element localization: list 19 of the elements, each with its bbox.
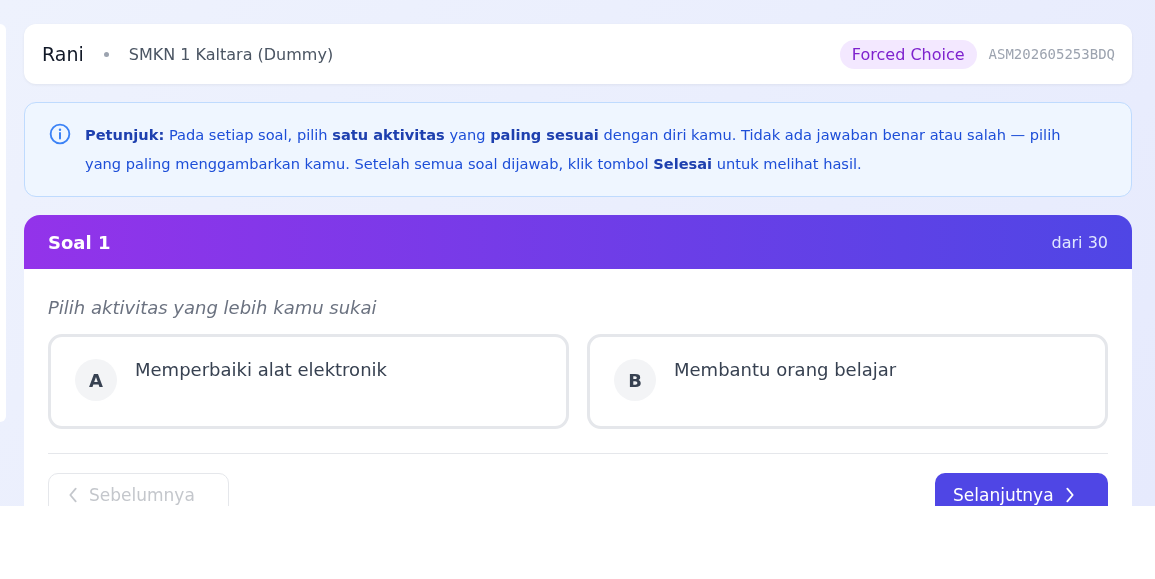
answer-option[interactable]: B Membantu orang belajar bbox=[587, 334, 1108, 429]
chevron-left-icon bbox=[67, 486, 79, 504]
next-button[interactable]: Selanjutnya bbox=[935, 473, 1108, 506]
option-text: Membantu orang belajar bbox=[674, 359, 897, 380]
answer-option[interactable]: A Memperbaiki alat elektronik bbox=[48, 334, 569, 429]
option-letter: A bbox=[75, 359, 117, 401]
separator-dot bbox=[103, 51, 109, 57]
assessment-code: ASM202605253BDQ bbox=[988, 46, 1115, 62]
option-letter: B bbox=[614, 359, 656, 401]
question-number: Soal 1 bbox=[48, 231, 111, 253]
instruction-text: Petunjuk: Pada setiap soal, pilih satu aktivitas yang paling sesuai dengan diri kamu. Tidak ada jawaban benar atau salah — pilih yang paling menggambarkan kamu. Setelah semua soal dijawab, klik tombol Selesai untuk melihat hasil. bbox=[85, 125, 1062, 174]
chevron-right-icon bbox=[1063, 486, 1076, 504]
test-type-badge: Forced Choice bbox=[839, 39, 977, 69]
question-prompt: Pilih aktivitas yang lebih kamu sukai bbox=[48, 297, 378, 318]
school-name: SMKN 1 Kaltara (Dummy) bbox=[128, 44, 334, 64]
info-icon bbox=[49, 123, 71, 145]
option-text: Memperbaiki alat elektronik bbox=[135, 359, 387, 380]
student-name: Rani bbox=[42, 43, 84, 65]
question-total: dari 30 bbox=[1051, 232, 1108, 252]
